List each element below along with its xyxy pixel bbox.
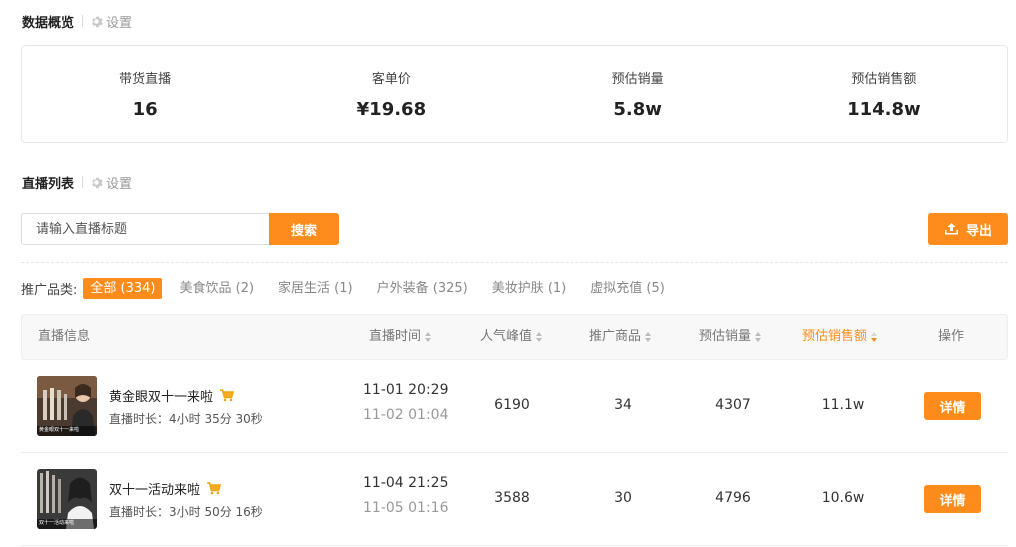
products-value: 30 bbox=[614, 490, 632, 506]
filter-tab-beauty[interactable]: 美妆护肤 (1) bbox=[485, 278, 574, 299]
settings-label: 设置 bbox=[106, 15, 133, 31]
live-list-header: 直播列表 设置 bbox=[22, 172, 132, 192]
header-label: 直播时间 bbox=[369, 329, 422, 344]
header-products[interactable]: 推广商品 bbox=[589, 315, 652, 359]
live-thumbnail[interactable]: 双十一活动来啦 bbox=[37, 469, 97, 529]
overview-stats-card: 带货直播 16 客单价 ¥19.68 预估销量 5.8w 预估销售额 114.8… bbox=[21, 45, 1008, 143]
filter-tab-all[interactable]: 全部 (334) bbox=[83, 277, 163, 299]
stat-label: 客单价 bbox=[371, 72, 411, 87]
header-label: 人气峰值 bbox=[480, 329, 533, 344]
search-button[interactable]: 搜索 bbox=[269, 213, 339, 245]
revenue-value: 10.6w bbox=[821, 490, 865, 506]
live-start-time: 11-04 21:25 bbox=[363, 475, 449, 491]
divider bbox=[82, 176, 84, 188]
peak-value: 3588 bbox=[494, 490, 530, 506]
sort-desc-icon bbox=[871, 332, 878, 342]
filter-tab-outdoor[interactable]: 户外装备 (325) bbox=[370, 278, 475, 299]
stat-avg-price: 客单价 ¥19.68 bbox=[268, 46, 514, 142]
revenue-value: 11.1w bbox=[821, 397, 865, 413]
header-label: 预估销售额 bbox=[802, 329, 868, 344]
overview-title: 数据概览 bbox=[22, 15, 75, 31]
filter-tab-virtual[interactable]: 虚拟充值 (5) bbox=[583, 278, 672, 299]
live-start-time: 11-01 20:29 bbox=[363, 382, 449, 398]
sort-icon bbox=[645, 332, 652, 342]
header-revenue[interactable]: 预估销售额 bbox=[802, 315, 878, 359]
table-row: 双十一活动来啦 双十一活动来啦 直播时长：3小时 50分 16秒 11-04 2… bbox=[21, 453, 1008, 546]
stat-value: ¥19.68 bbox=[356, 99, 427, 120]
stat-est-revenue: 预估销售额 114.8w bbox=[761, 46, 1007, 142]
upload-icon bbox=[944, 223, 958, 235]
cart-icon bbox=[207, 482, 222, 495]
header-label: 推广商品 bbox=[589, 329, 642, 344]
live-end-time: 11-02 01:04 bbox=[363, 407, 449, 423]
overview-header: 数据概览 设置 bbox=[22, 11, 132, 31]
table-row: 黄金眼双十一来啦 黄金眼双十一来啦 直播时长：4小时 35分 30秒 11-01… bbox=[21, 360, 1008, 453]
sort-icon bbox=[536, 332, 543, 342]
sales-value: 4307 bbox=[715, 397, 751, 413]
sort-icon bbox=[425, 332, 432, 342]
filter-tab-home[interactable]: 家居生活 (1) bbox=[271, 278, 360, 299]
live-title-text: 黄金眼双十一来啦 bbox=[109, 390, 214, 405]
live-title[interactable]: 双十一活动来啦 bbox=[109, 479, 222, 498]
header-sales[interactable]: 预估销量 bbox=[699, 315, 762, 359]
live-end-time: 11-05 01:16 bbox=[363, 500, 449, 516]
divider bbox=[82, 15, 84, 27]
search-input[interactable] bbox=[21, 213, 269, 245]
header-label: 操作 bbox=[938, 329, 965, 344]
stat-est-sales: 预估销量 5.8w bbox=[515, 46, 761, 142]
filter-tab-food[interactable]: 美食饮品 (2) bbox=[172, 278, 261, 299]
search-bar: 搜索 bbox=[21, 213, 339, 245]
live-title[interactable]: 黄金眼双十一来啦 bbox=[109, 386, 235, 405]
live-list-title: 直播列表 bbox=[22, 176, 75, 192]
peak-value: 6190 bbox=[494, 397, 530, 413]
settings-label: 设置 bbox=[106, 176, 133, 192]
stat-live-count: 带货直播 16 bbox=[22, 46, 268, 142]
products-value: 34 bbox=[614, 397, 632, 413]
detail-button[interactable]: 详情 bbox=[924, 392, 981, 420]
filter-label: 推广品类: bbox=[21, 282, 78, 298]
export-label: 导出 bbox=[965, 223, 992, 239]
category-filter: 推广品类: 全部 (334) 美食饮品 (2) 家居生活 (1) 户外装备 (3… bbox=[21, 277, 682, 299]
live-duration: 直播时长：3小时 50分 16秒 bbox=[109, 505, 263, 519]
stat-label: 预估销售额 bbox=[851, 72, 917, 87]
header-label: 直播信息 bbox=[38, 329, 91, 344]
header-action: 操作 bbox=[938, 315, 964, 359]
live-thumbnail[interactable]: 黄金眼双十一来啦 bbox=[37, 376, 97, 436]
stat-label: 带货直播 bbox=[119, 72, 172, 87]
header-peak[interactable]: 人气峰值 bbox=[480, 315, 543, 359]
stat-value: 114.8w bbox=[847, 99, 921, 120]
sort-icon bbox=[755, 332, 762, 342]
stat-value: 5.8w bbox=[613, 99, 662, 120]
gear-icon bbox=[92, 16, 103, 27]
sales-value: 4796 bbox=[715, 490, 751, 506]
gear-icon bbox=[92, 177, 103, 188]
live-list-settings-link[interactable]: 设置 bbox=[90, 173, 132, 192]
table-header: 直播信息 直播时间 人气峰值 推广商品 预估销量 预估销售额 操作 bbox=[21, 314, 1008, 360]
thumbnail-caption: 双十一活动来啦 bbox=[39, 520, 75, 526]
stat-label: 预估销量 bbox=[611, 72, 664, 87]
header-label: 预估销量 bbox=[699, 329, 752, 344]
cart-icon bbox=[220, 389, 235, 402]
live-duration: 直播时长：4小时 35分 30秒 bbox=[109, 412, 263, 426]
live-title-text: 双十一活动来啦 bbox=[109, 483, 201, 498]
header-live-time[interactable]: 直播时间 bbox=[369, 315, 432, 359]
export-button[interactable]: 导出 bbox=[928, 213, 1008, 245]
stat-value: 16 bbox=[132, 99, 158, 120]
header-live-info: 直播信息 bbox=[38, 315, 90, 359]
thumbnail-caption: 黄金眼双十一来啦 bbox=[39, 427, 80, 433]
overview-settings-link[interactable]: 设置 bbox=[90, 12, 132, 31]
detail-button[interactable]: 详情 bbox=[924, 485, 981, 513]
divider bbox=[21, 262, 1008, 263]
